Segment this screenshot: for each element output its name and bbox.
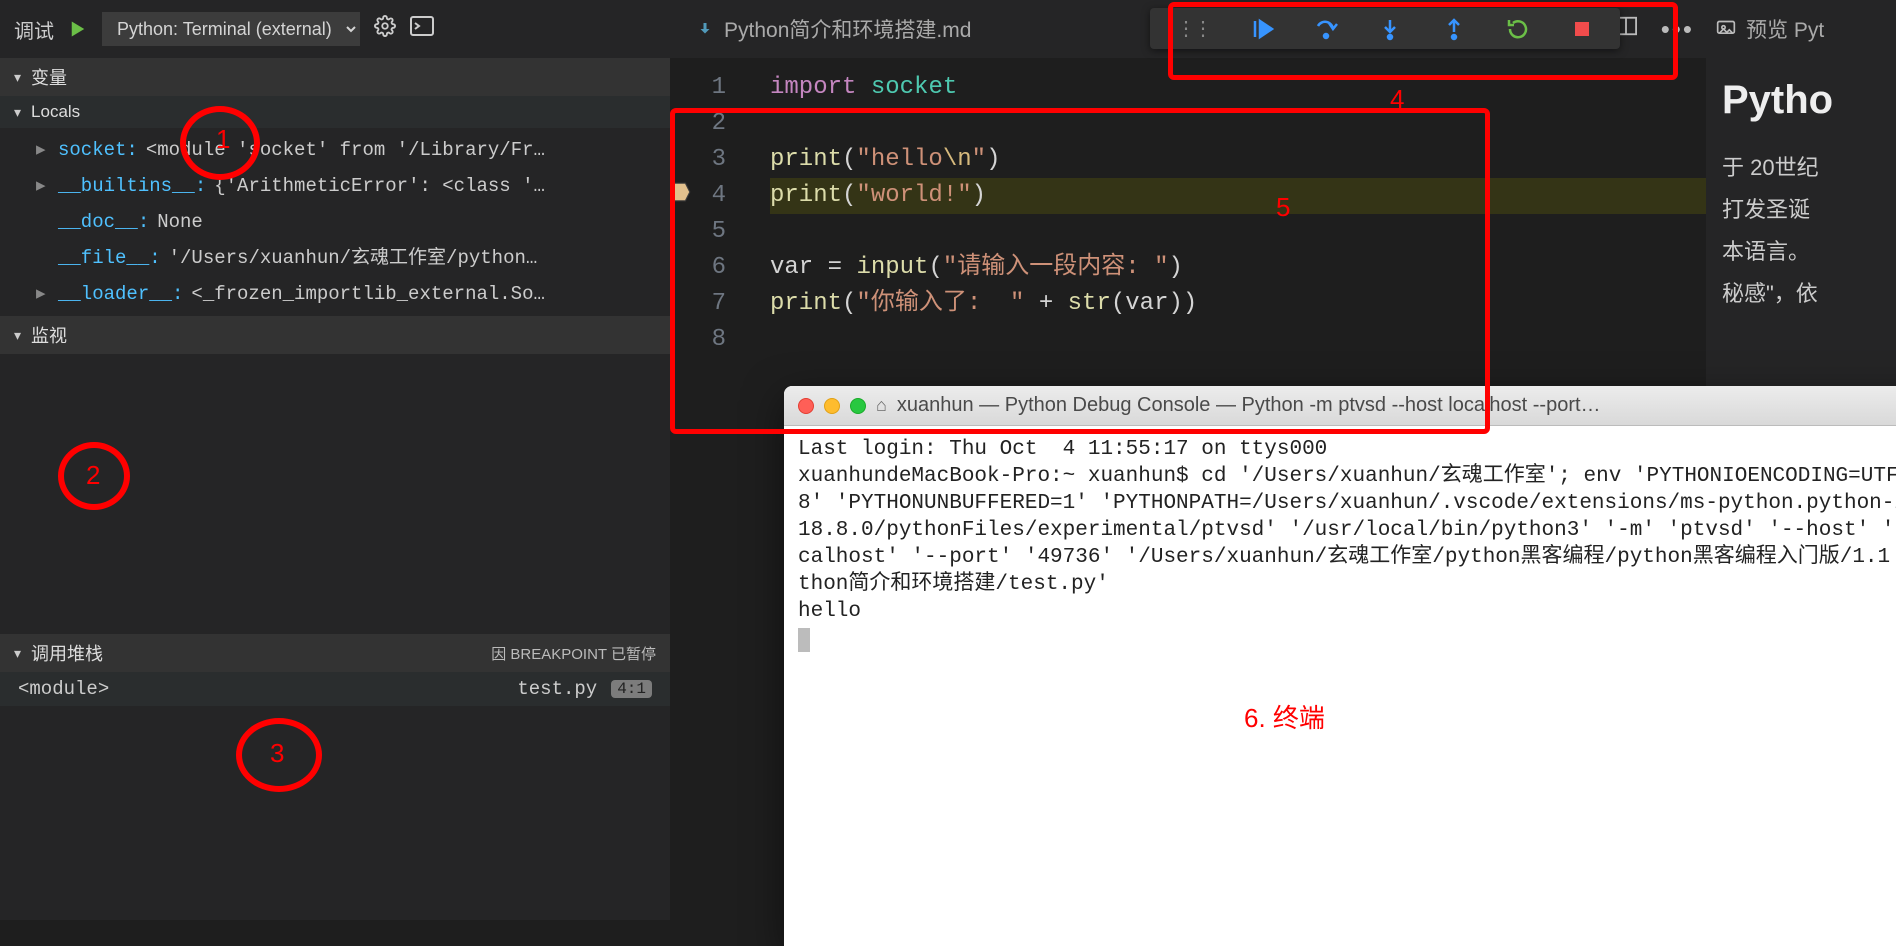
terminal-window[interactable]: ⌂ xuanhun — Python Debug Console — Pytho… — [784, 386, 1896, 946]
variable-value: <module 'socket' from '/Library/Fr… — [146, 132, 545, 168]
terminal-body[interactable]: Last login: Thu Oct 4 11:55:17 on ttys00… — [784, 426, 1896, 662]
tab-title: Python简介和环境搭建.md — [724, 14, 971, 44]
section-locals[interactable]: ▾ Locals — [0, 96, 670, 128]
variable-value: <_frozen_importlib_external.So… — [191, 276, 544, 312]
terminal-title: xuanhun — Python Debug Console — Python … — [897, 394, 1601, 417]
window-controls[interactable] — [798, 398, 866, 414]
debug-topbar: 调试 Python: Terminal (external) — [0, 0, 670, 58]
preview-heading: Pytho — [1706, 58, 1896, 147]
preview-text: 本语言。 — [1706, 231, 1896, 273]
chevron-down-icon: ▾ — [14, 327, 21, 344]
code-line[interactable] — [770, 214, 1706, 250]
tab-file[interactable]: Python简介和环境搭建.md — [682, 6, 985, 52]
step-over-button[interactable] — [1314, 17, 1338, 41]
preview-text: 秘感"，依 — [1706, 273, 1896, 315]
code-line[interactable]: var = input("请输入一段内容: ") — [770, 250, 1706, 286]
code-line[interactable]: print("world!") — [770, 178, 1706, 214]
debug-toolbar[interactable]: ⋮⋮ — [1150, 8, 1620, 49]
code-line[interactable]: import socket — [770, 70, 1706, 106]
step-out-button[interactable] — [1442, 17, 1466, 41]
chevron-right-icon: ▸ — [36, 168, 50, 204]
callstack-frame[interactable]: <module> test.py 4:1 — [0, 672, 670, 706]
chevron-right-icon: ▸ — [36, 276, 50, 312]
debug-label: 调试 — [14, 15, 54, 44]
chevron-down-icon: ▾ — [14, 69, 21, 86]
preview-icon — [1716, 19, 1736, 39]
line-number[interactable]: 7 — [670, 286, 750, 322]
variable-value: {'ArithmeticError': <class '… — [214, 168, 545, 204]
preview-text: 于 20世纪 — [1706, 147, 1896, 189]
variable-row[interactable]: ▸__loader__: <_frozen_importlib_external… — [36, 276, 670, 312]
minimize-icon[interactable] — [824, 398, 840, 414]
code-line[interactable] — [770, 322, 1706, 358]
start-debug-button[interactable] — [68, 19, 88, 39]
chevron-down-icon: ▾ — [14, 645, 21, 662]
chevron-right-icon: ▸ — [36, 132, 50, 168]
variable-name: __doc__: — [58, 204, 149, 240]
line-number[interactable]: 5 — [670, 214, 750, 250]
debug-config-select[interactable]: Python: Terminal (external) — [102, 12, 360, 46]
callstack-status: 因 BREAKPOINT 已暂停 — [491, 643, 656, 664]
terminal-output: Last login: Thu Oct 4 11:55:17 on ttys00… — [798, 438, 1896, 623]
zoom-icon[interactable] — [850, 398, 866, 414]
locals-title: Locals — [31, 102, 80, 122]
home-icon: ⌂ — [876, 395, 887, 416]
close-icon[interactable] — [798, 398, 814, 414]
preview-tab-title: 预览 Pyt — [1746, 14, 1824, 44]
line-number[interactable]: 1 — [670, 70, 750, 106]
line-number[interactable]: 3 — [670, 142, 750, 178]
continue-button[interactable] — [1250, 17, 1274, 41]
drag-handle-icon[interactable]: ⋮⋮ — [1176, 16, 1210, 41]
markdown-arrow-icon — [696, 20, 714, 38]
variables-list: ▸socket: <module 'socket' from '/Library… — [0, 128, 670, 316]
frame-location: 4:1 — [611, 680, 652, 698]
variable-name: __file__: — [58, 240, 161, 276]
frame-name: <module> — [18, 678, 109, 700]
terminal-cursor — [798, 628, 810, 652]
watch-title: 监视 — [31, 322, 67, 348]
code-line[interactable]: print("你输入了: " + str(var)) — [770, 286, 1706, 322]
variable-row[interactable]: ▸__builtins__: {'ArithmeticError': <clas… — [36, 168, 670, 204]
line-number[interactable]: 8 — [670, 322, 750, 358]
debug-sidebar: 调试 Python: Terminal (external) ▾ 变量 ▾ Lo… — [0, 0, 670, 920]
line-number[interactable]: 2 — [670, 106, 750, 142]
variable-row[interactable]: __doc__: None — [36, 204, 670, 240]
section-callstack[interactable]: ▾ 调用堆栈 因 BREAKPOINT 已暂停 — [0, 634, 670, 672]
frame-file: test.py — [517, 678, 597, 700]
variable-row[interactable]: ▸socket: <module 'socket' from '/Library… — [36, 132, 670, 168]
code-line[interactable] — [770, 106, 1706, 142]
stop-button[interactable] — [1570, 17, 1594, 41]
more-icon[interactable]: ••• — [1661, 14, 1694, 45]
preview-text: 打发圣诞 — [1706, 189, 1896, 231]
terminal-titlebar[interactable]: ⌂ xuanhun — Python Debug Console — Pytho… — [784, 386, 1896, 426]
step-into-button[interactable] — [1378, 17, 1402, 41]
variable-value: None — [157, 204, 203, 240]
gear-icon[interactable] — [374, 15, 396, 43]
breakpoint-current-icon — [670, 180, 692, 202]
line-number[interactable]: 6 — [670, 250, 750, 286]
restart-button[interactable] — [1506, 17, 1530, 41]
variable-name: __builtins__: — [58, 168, 206, 204]
debug-console-icon[interactable] — [410, 16, 434, 42]
variables-title: 变量 — [31, 64, 67, 90]
section-variables[interactable]: ▾ 变量 — [0, 58, 670, 96]
section-watch[interactable]: ▾ 监视 — [0, 316, 670, 354]
callstack-title: 调用堆栈 — [31, 640, 103, 666]
chevron-down-icon: ▾ — [14, 104, 21, 121]
variable-name: __loader__: — [58, 276, 183, 312]
variable-name: socket: — [58, 132, 138, 168]
code-line[interactable]: print("hello\n") — [770, 142, 1706, 178]
variable-value: '/Users/xuanhun/玄魂工作室/python… — [169, 240, 538, 276]
variable-row[interactable]: __file__: '/Users/xuanhun/玄魂工作室/python… — [36, 240, 670, 276]
watch-area[interactable] — [0, 354, 670, 634]
